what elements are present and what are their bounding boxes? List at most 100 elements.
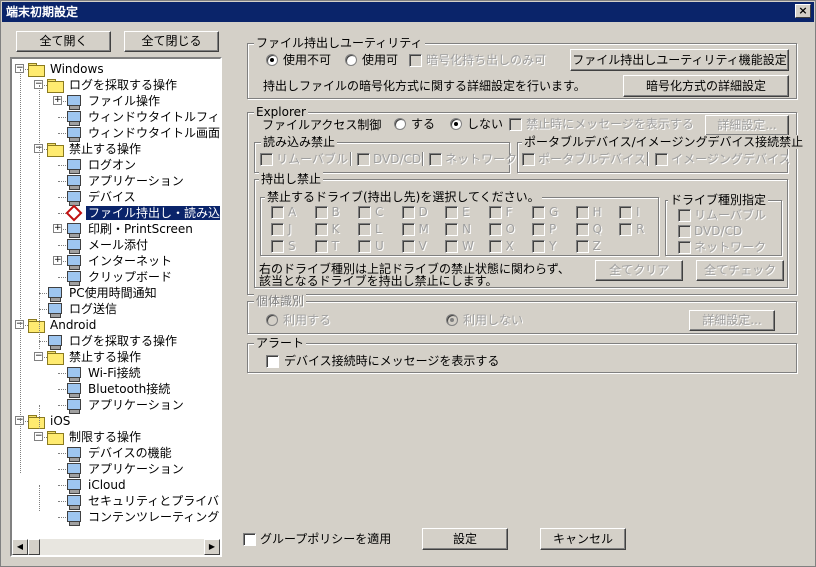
- utility-settings-button[interactable]: ファイル持出しユーティリティ機能設定: [570, 49, 789, 71]
- portable-device-checkbox[interactable]: [522, 153, 535, 166]
- tree-item[interactable]: デバイスの機能: [86, 445, 174, 461]
- identity-use-radio[interactable]: [266, 314, 278, 326]
- tree-item[interactable]: 禁止する操作: [67, 141, 143, 157]
- identity-not-use-radio[interactable]: [446, 314, 458, 326]
- drive-checkbox[interactable]: [401, 223, 415, 236]
- tree-item[interactable]: ファイル持出し・読み込み: [86, 205, 220, 221]
- read-dvdcd-checkbox[interactable]: [357, 153, 370, 166]
- expand-icon[interactable]: +: [53, 96, 62, 105]
- drive-checkbox[interactable]: [488, 240, 502, 253]
- clear-all-button[interactable]: 全てクリア: [595, 260, 683, 281]
- utility-enabled-radio[interactable]: [345, 54, 357, 66]
- tree-item[interactable]: コンテンツレーティング: [86, 509, 220, 525]
- drive-checkbox[interactable]: [445, 206, 458, 219]
- tree-item[interactable]: Windows: [48, 61, 106, 77]
- utility-disabled-radio[interactable]: [266, 54, 278, 66]
- scroll-left-icon[interactable]: ◀: [12, 539, 28, 555]
- drive-checkbox[interactable]: [401, 206, 415, 219]
- drive-checkbox[interactable]: [314, 206, 328, 219]
- access-on-radio[interactable]: [394, 118, 406, 130]
- tree-item[interactable]: メール添付: [86, 237, 150, 253]
- tree-item[interactable]: ファイル操作: [86, 93, 162, 109]
- tree-horizontal-scrollbar[interactable]: ◀ ▶: [12, 539, 220, 555]
- tree-item[interactable]: Wi-Fi接続: [86, 365, 143, 381]
- tree-item[interactable]: デバイス: [86, 189, 138, 205]
- drive-checkbox[interactable]: [358, 240, 371, 253]
- tree-item[interactable]: ログオン: [86, 157, 138, 173]
- expand-icon[interactable]: +: [53, 256, 62, 265]
- collapse-all-button[interactable]: 全て閉じる: [124, 31, 219, 52]
- tree-item[interactable]: Android: [48, 317, 98, 333]
- expand-all-button[interactable]: 全て開く: [16, 31, 111, 52]
- tree-item[interactable]: PC使用時間通知: [67, 285, 159, 301]
- drive-checkbox[interactable]: [532, 206, 545, 219]
- drive-checkbox[interactable]: [358, 206, 371, 219]
- scroll-right-icon[interactable]: ▶: [204, 539, 220, 555]
- tree-item-label: コンテンツレーティング: [88, 510, 220, 524]
- drive-checkbox[interactable]: [575, 240, 589, 253]
- tree-item[interactable]: ログを採取する操作: [67, 77, 179, 93]
- tree-item[interactable]: Bluetooth接続: [86, 381, 172, 397]
- drive-checkbox[interactable]: [445, 240, 458, 253]
- drive-checkbox[interactable]: [532, 240, 545, 253]
- encrypt-settings-button[interactable]: 暗号化方式の詳細設定: [623, 75, 789, 97]
- collapse-icon[interactable]: −: [34, 432, 43, 441]
- drive-label: L: [375, 222, 382, 236]
- collapse-icon[interactable]: −: [34, 352, 43, 361]
- drive-checkbox[interactable]: [314, 240, 328, 253]
- tree-item[interactable]: ログ送信: [67, 301, 119, 317]
- drive-checkbox[interactable]: [314, 223, 328, 236]
- drive-checkbox[interactable]: [271, 240, 284, 253]
- tree-item[interactable]: 制限する操作: [67, 429, 143, 445]
- explorer-details-button[interactable]: 詳細設定...: [705, 115, 789, 136]
- drive-checkbox[interactable]: [575, 223, 589, 236]
- expand-icon[interactable]: +: [53, 224, 62, 233]
- type-removable-checkbox[interactable]: [678, 209, 691, 222]
- alert-message-checkbox[interactable]: [266, 355, 279, 368]
- cancel-button[interactable]: キャンセル: [540, 528, 626, 550]
- drive-checkbox[interactable]: [271, 206, 284, 219]
- settings-tree[interactable]: − Windows − ログを採取する操作 + ファイル操作ウィンドウタイトルフィルタウィ…: [10, 57, 222, 557]
- close-icon[interactable]: ×: [795, 4, 811, 18]
- show-message-checkbox[interactable]: [509, 118, 522, 131]
- drive-checkbox[interactable]: [619, 223, 632, 236]
- tree-item[interactable]: iCloud: [86, 477, 128, 493]
- tree-item[interactable]: ログを採取する操作: [67, 333, 179, 349]
- drive-checkbox[interactable]: [358, 223, 371, 236]
- access-off-radio[interactable]: [450, 118, 462, 130]
- identity-details-button[interactable]: 詳細設定...: [689, 310, 775, 331]
- drive-checkbox[interactable]: [532, 223, 545, 236]
- scroll-thumb[interactable]: [28, 539, 40, 555]
- encrypt-only-checkbox[interactable]: [409, 54, 422, 67]
- drive-checkbox[interactable]: [488, 206, 502, 219]
- read-network-checkbox[interactable]: [429, 153, 442, 166]
- tree-item[interactable]: アプリケーション: [86, 397, 186, 413]
- tree-item[interactable]: iOS: [48, 413, 72, 429]
- tree-item[interactable]: アプリケーション: [86, 461, 186, 477]
- group-policy-checkbox[interactable]: [243, 533, 256, 546]
- tree-item[interactable]: 印刷・PrintScreen: [86, 221, 195, 237]
- drive-checkbox[interactable]: [271, 223, 284, 236]
- diamond-icon: [65, 204, 83, 222]
- drive-checkbox[interactable]: [445, 223, 458, 236]
- tree-item[interactable]: ウィンドウタイトルフィルタ: [86, 109, 220, 125]
- tree-item[interactable]: セキュリティとプライバシー: [86, 493, 220, 509]
- tree-item[interactable]: アプリケーション: [86, 173, 186, 189]
- type-network-checkbox[interactable]: [678, 241, 691, 254]
- drive-label: K: [331, 222, 340, 236]
- type-dvdcd-checkbox[interactable]: [678, 225, 691, 238]
- tree-item[interactable]: ウィンドウタイトル画面キャ: [86, 125, 220, 141]
- imaging-device-checkbox[interactable]: [655, 153, 668, 166]
- check-all-button[interactable]: 全てチェック: [696, 260, 784, 281]
- ok-button[interactable]: 設定: [422, 528, 508, 550]
- read-removable-checkbox[interactable]: [260, 153, 273, 166]
- read-block-title: 読み込み禁止: [261, 135, 338, 149]
- drive-checkbox[interactable]: [575, 206, 589, 219]
- tree-item[interactable]: クリップボード: [86, 269, 174, 285]
- drive-checkbox[interactable]: [488, 223, 502, 236]
- drive-label: P: [549, 222, 557, 236]
- tree-item[interactable]: インターネット: [86, 253, 174, 269]
- tree-item[interactable]: 禁止する操作: [67, 349, 143, 365]
- drive-checkbox[interactable]: [619, 206, 632, 219]
- drive-checkbox[interactable]: [401, 240, 415, 253]
